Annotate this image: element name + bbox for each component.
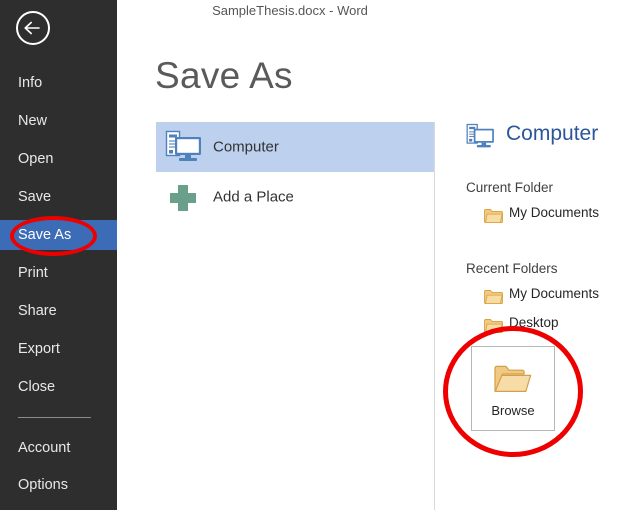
folder-icon	[484, 318, 503, 333]
sidebar-item-label: New	[18, 113, 48, 129]
sidebar-item-close[interactable]: Close	[0, 372, 117, 402]
sidebar-item-export[interactable]: Export	[0, 334, 117, 364]
sidebar-item-label: Print	[18, 265, 48, 281]
places-list: Computer Add a Place	[156, 122, 435, 222]
folder-icon	[484, 289, 503, 304]
open-folder-icon	[494, 364, 532, 394]
folder-label: My Documents	[509, 205, 600, 220]
detail-panel: Computer Current Folder My Documents Rec…	[466, 122, 635, 338]
sidebar-item-label: Open	[18, 151, 54, 167]
column-divider	[434, 122, 435, 510]
browse-label: Browse	[491, 403, 535, 418]
folder-row-current-my-documents[interactable]: My Documents	[466, 204, 635, 228]
sidebar-item-account[interactable]: Account	[0, 433, 117, 463]
sidebar-item-label: Export	[18, 341, 60, 357]
sidebar-item-new[interactable]: New	[0, 106, 117, 136]
place-row-computer[interactable]: Computer	[156, 122, 435, 172]
sidebar-item-label: Account	[18, 440, 71, 456]
sidebar-item-info[interactable]: Info	[0, 68, 117, 98]
sidebar-item-label: Share	[18, 303, 57, 319]
window-title: SampleThesis.docx - Word	[212, 3, 368, 18]
browse-button[interactable]: Browse	[471, 346, 555, 431]
place-label: Add a Place	[213, 188, 294, 206]
backstage-sidebar: Info New Open Save Save As Print Share E…	[0, 0, 117, 510]
detail-header-label: Computer	[506, 122, 599, 145]
folder-row-recent-my-documents[interactable]: My Documents	[466, 285, 635, 309]
sidebar-item-label: Save As	[18, 227, 72, 243]
folder-label: My Documents	[509, 286, 600, 301]
sidebar-item-open[interactable]: Open	[0, 144, 117, 174]
folder-row-recent-desktop[interactable]: Desktop	[466, 314, 635, 338]
detail-header: Computer	[466, 122, 635, 156]
sidebar-item-label: Save	[18, 189, 52, 205]
sidebar-item-options[interactable]: Options	[0, 470, 117, 500]
sidebar-item-label: Close	[18, 379, 56, 395]
place-row-add-a-place[interactable]: Add a Place	[156, 172, 435, 222]
sidebar-divider	[18, 417, 91, 418]
recent-folders-title: Recent Folders	[466, 261, 558, 276]
current-folder-title: Current Folder	[466, 180, 554, 195]
sidebar-item-save[interactable]: Save	[0, 182, 117, 212]
sidebar-item-share[interactable]: Share	[0, 296, 117, 326]
computer-icon	[165, 130, 205, 164]
folder-label: Desktop	[509, 315, 559, 330]
sidebar-item-print[interactable]: Print	[0, 258, 117, 288]
plus-icon	[165, 180, 205, 214]
computer-icon	[466, 123, 497, 150]
sidebar-item-label: Options	[18, 477, 68, 493]
page-title: Save As	[155, 55, 293, 96]
place-label: Computer	[213, 138, 279, 156]
folder-icon	[484, 208, 503, 223]
sidebar-item-save-as[interactable]: Save As	[0, 220, 117, 250]
sidebar-item-label: Info	[18, 75, 43, 91]
